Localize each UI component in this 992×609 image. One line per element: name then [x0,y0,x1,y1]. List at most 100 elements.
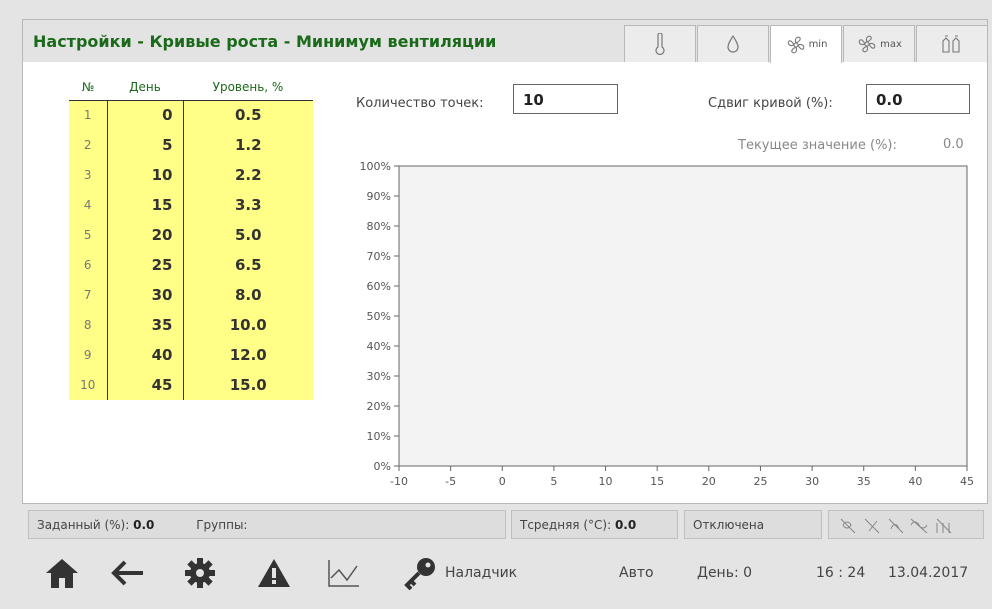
y-tick-label: 60% [367,280,391,293]
day-text: День: 0 [697,565,753,581]
tab-vent-min[interactable]: min [770,25,842,63]
tab-vent-max[interactable]: max [843,25,915,62]
day-cell[interactable]: 5 [107,130,184,160]
alarms-button[interactable] [254,553,294,593]
day-cell[interactable]: 40 [107,340,184,370]
avg-temp-value: 0.0 [614,518,637,532]
x-tick-label: 0 [499,475,506,488]
day-cell[interactable]: 15 [107,190,184,220]
tab-humidity[interactable] [697,25,769,62]
points-count-field[interactable]: 10 [513,84,618,114]
curve-shift-label: Сдвиг кривой (%): [708,96,833,111]
fan-icon [787,36,804,53]
gear-icon [185,558,215,588]
table-row: 7 30 8.0 [69,280,313,310]
arrow-left-icon [111,560,143,586]
page-title: Настройки - Кривые роста - Минимум венти… [33,32,497,51]
y-tick-label: 100% [360,160,391,173]
table-row: 10 45 15.0 [69,370,313,400]
tab-temperature[interactable] [624,25,696,62]
day-cell[interactable]: 30 [107,280,184,310]
day-cell[interactable]: 25 [107,250,184,280]
level-cell[interactable]: 3.3 [183,190,313,220]
table-row: 3 10 2.2 [69,160,313,190]
line-chart-icon [328,560,359,587]
user-role: Наладчик [445,565,518,581]
level-cell[interactable]: 6.5 [183,250,313,280]
y-tick-label: 90% [367,190,391,203]
row-number: 7 [69,280,108,310]
x-tick-label: 25 [753,475,767,488]
x-tick-label: 10 [599,475,613,488]
row-number: 10 [69,370,108,400]
level-cell[interactable]: 8.0 [183,280,313,310]
setpoint-value: 0.0 [133,518,155,532]
level-cell[interactable]: 12.0 [183,340,313,370]
level-cell[interactable]: 15.0 [183,370,313,400]
row-number: 1 [69,100,108,130]
tab-vent-max-label: max [880,38,902,50]
col-header-number: № [69,75,107,101]
back-button[interactable] [108,553,148,593]
day-cell[interactable]: 20 [107,220,184,250]
growth-curve-chart: 0% 10% 20% 30% 40% 50% 60% 70% 80% 90% 100% -10 -5 0 5… [360,160,974,488]
title-bar: Настройки - Кривые роста - Минимум венти… [23,20,989,63]
table-row: 1 0 0.5 [69,100,313,130]
disabled-equipment-icon [840,518,952,534]
level-cell[interactable]: 0.5 [183,100,313,130]
col-header-level: Уровень, % [183,75,313,101]
curve-shift-field[interactable]: 0.0 [866,84,970,114]
y-tick-label: 70% [367,250,391,263]
y-tick-label: 50% [367,310,391,323]
user-button[interactable] [400,553,440,593]
level-cell[interactable]: 2.2 [183,160,313,190]
settings-panel: Настройки - Кривые роста - Минимум венти… [22,19,988,504]
level-cell[interactable]: 5.0 [183,220,313,250]
level-cell[interactable]: 10.0 [183,310,313,340]
x-tick-label: -10 [390,475,408,488]
y-tick-label: 80% [367,220,391,233]
y-tick-label: 30% [367,370,391,383]
groups-label: Группы: [196,518,248,532]
level-cell[interactable]: 1.2 [183,130,313,160]
day-cell[interactable]: 10 [107,160,184,190]
table-row: 8 35 10.0 [69,310,313,340]
home-button[interactable] [42,553,82,593]
fan-icon [858,35,876,53]
charts-button[interactable] [324,553,364,593]
row-number: 6 [69,250,108,280]
equipment-status-icons [828,510,984,539]
x-tick-label: 35 [857,475,871,488]
state-text: Отключена [693,518,765,532]
setpoint-status: Заданный (%): 0.0 Группы: [28,510,506,539]
day-cell[interactable]: 45 [107,370,184,400]
time-text: 16 : 24 [816,565,866,581]
row-number: 3 [69,160,108,190]
plot-area [398,165,968,467]
row-number: 5 [69,220,108,250]
x-tick-label: 20 [702,475,716,488]
app-window: Настройки - Кривые роста - Минимум венти… [0,0,992,609]
settings-button[interactable] [180,553,220,593]
mode-text: Авто [619,565,654,581]
silo-icon [942,35,960,53]
day-cell[interactable]: 35 [107,310,184,340]
avg-temp-status: Тсредняя (°C): 0.0 [511,510,678,539]
day-cell[interactable]: 0 [107,100,184,130]
row-number: 4 [69,190,108,220]
tab-bar: min max [624,25,989,63]
row-number: 2 [69,130,108,160]
bottom-nav: Наладчик Авто День: 0 16 : 24 13.04.2017 [20,541,990,601]
y-tick-label: 40% [367,340,391,353]
home-icon [46,559,78,588]
key-icon [404,558,435,590]
thermometer-icon [655,33,665,55]
row-number: 8 [69,310,108,340]
tab-silo[interactable] [916,25,988,62]
x-tick-label: 30 [805,475,819,488]
setpoint-label: Заданный (%): [37,518,130,532]
table-row: 6 25 6.5 [69,250,313,280]
table-header-row: № День Уровень, % [69,75,313,101]
y-tick-label: 10% [367,430,391,443]
avg-temp-label: Тсредняя (°C): [520,518,612,532]
